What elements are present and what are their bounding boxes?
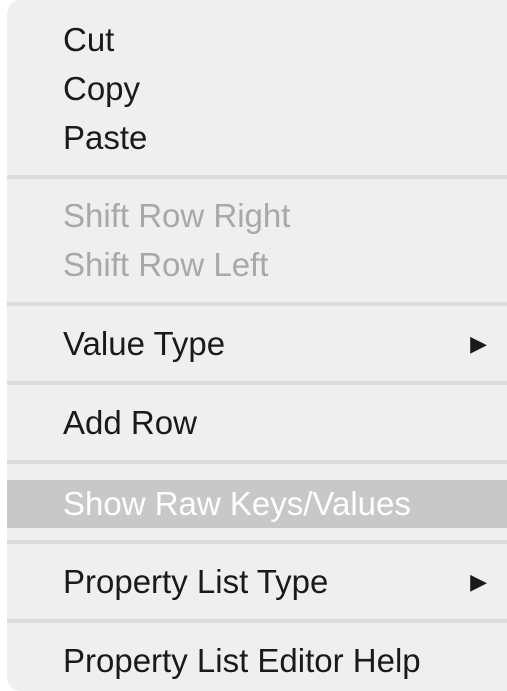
- menu-item-copy[interactable]: Copy: [7, 65, 507, 113]
- menu-separator: [7, 619, 507, 623]
- menu-item-label: Shift Row Left: [63, 246, 269, 283]
- menu-item-shift-row-left: Shift Row Left: [7, 241, 507, 289]
- menu-separator: [7, 302, 507, 306]
- menu-item-label: Property List Type: [63, 563, 329, 600]
- menu-separator: [7, 175, 507, 179]
- menu-separator: [7, 460, 507, 464]
- menu-item-label: Value Type: [63, 325, 226, 362]
- menu-item-property-list-editor-help[interactable]: Property List Editor Help: [7, 637, 507, 685]
- menu-item-label: Paste: [63, 119, 148, 156]
- menu-item-property-list-type[interactable]: Property List Type ▶: [7, 558, 507, 606]
- menu-item-label: Property List Editor Help: [63, 642, 421, 679]
- menu-item-label: Shift Row Right: [63, 197, 291, 234]
- menu-item-paste[interactable]: Paste: [7, 114, 507, 162]
- menu-item-cut[interactable]: Cut: [7, 16, 507, 64]
- triangle-right-icon: ▶: [470, 331, 487, 356]
- menu-separator: [7, 381, 507, 385]
- menu-item-label: Cut: [63, 21, 115, 58]
- menu-item-show-raw-keys-values[interactable]: Show Raw Keys/Values: [7, 480, 507, 528]
- menu-item-value-type[interactable]: Value Type ▶: [7, 320, 507, 368]
- context-menu: Cut Copy Paste Shift Row Right Shift Row…: [7, 0, 507, 691]
- menu-separator: [7, 540, 507, 544]
- menu-item-label: Copy: [63, 70, 141, 107]
- menu-item-add-row[interactable]: Add Row: [7, 399, 507, 447]
- menu-item-shift-row-right: Shift Row Right: [7, 192, 507, 240]
- menu-item-label: Show Raw Keys/Values: [63, 485, 411, 522]
- menu-item-label: Add Row: [63, 404, 197, 441]
- triangle-right-icon: ▶: [470, 569, 487, 594]
